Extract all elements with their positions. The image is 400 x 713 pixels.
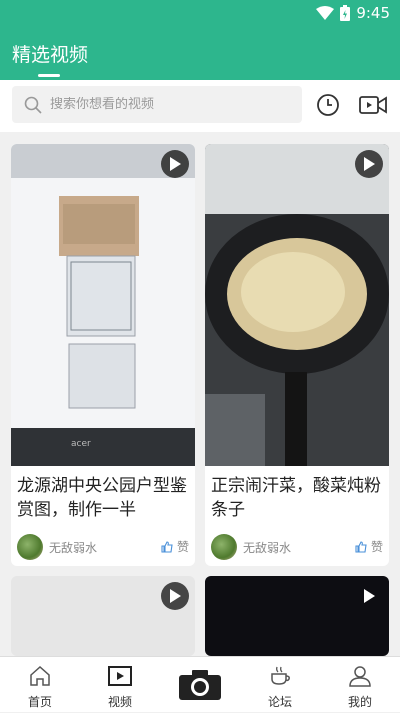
clock-icon	[317, 94, 339, 116]
title-indicator	[38, 74, 60, 77]
status-icons: 9:45	[316, 4, 390, 22]
search-icon	[24, 96, 42, 114]
thumbs-up-icon	[355, 540, 367, 553]
play-icon	[170, 157, 181, 171]
video-card[interactable]: acer 龙源湖中央公园户型鉴赏图，制作一半 无敌弱水 赞	[11, 144, 195, 566]
tab-mine[interactable]: 我的	[330, 657, 390, 713]
video-thumbnail[interactable]	[205, 144, 389, 466]
like-label: 赞	[176, 540, 189, 554]
play-icon	[170, 589, 181, 603]
video-card[interactable]: 正宗闹汗菜，酸菜炖粉条子 无敌弱水 赞	[205, 144, 389, 566]
tab-camera[interactable]	[170, 657, 230, 713]
video-meta: 无敌弱水 赞	[11, 530, 195, 566]
tab-label: 我的	[347, 695, 372, 709]
thumbnail-image: acer	[11, 144, 195, 466]
thumbnail-image	[205, 144, 389, 466]
tab-home[interactable]: 首页	[10, 657, 70, 713]
wifi-icon	[316, 6, 335, 20]
play-button[interactable]	[161, 150, 189, 178]
like-label: 赞	[370, 540, 383, 554]
tab-label: 论坛	[267, 695, 292, 709]
person-icon	[349, 666, 371, 687]
play-icon	[364, 157, 375, 171]
tab-forum[interactable]: 论坛	[250, 657, 310, 713]
thumbs-up-icon	[161, 540, 173, 553]
avatar[interactable]	[17, 534, 43, 560]
video-card[interactable]	[205, 576, 389, 656]
like-button[interactable]: 赞	[161, 538, 189, 555]
bottom-tab-bar: 首页 视频 论坛 我的	[0, 656, 400, 712]
battery-icon	[340, 5, 351, 21]
play-icon	[364, 589, 375, 603]
video-title[interactable]: 龙源湖中央公园户型鉴赏图，制作一半	[11, 466, 195, 530]
camera-icon	[179, 670, 221, 700]
history-button[interactable]	[315, 92, 341, 118]
avatar[interactable]	[211, 534, 237, 560]
tab-video[interactable]: 视频	[90, 657, 150, 713]
svg-text:acer: acer	[71, 439, 91, 449]
author-name[interactable]: 无敌弱水	[49, 539, 97, 556]
page-title: 精选视频	[12, 44, 89, 66]
video-upload-button[interactable]	[358, 92, 388, 118]
video-thumbnail[interactable]: acer	[11, 144, 195, 466]
author-name[interactable]: 无敌弱水	[243, 539, 291, 556]
home-icon	[30, 665, 50, 686]
status-bar: 9:45	[0, 0, 400, 28]
play-button[interactable]	[161, 582, 189, 610]
search-input[interactable]	[50, 97, 270, 112]
tab-label: 视频	[107, 695, 132, 709]
play-button[interactable]	[355, 582, 383, 610]
status-time: 9:45	[356, 4, 390, 22]
search-box[interactable]	[12, 86, 302, 123]
video-icon	[108, 666, 132, 686]
search-area	[0, 80, 400, 132]
app-header: 精选视频	[0, 28, 400, 80]
cup-icon	[271, 666, 290, 685]
video-title[interactable]: 正宗闹汗菜，酸菜炖粉条子	[205, 466, 389, 530]
video-card[interactable]	[11, 576, 195, 656]
video-meta: 无敌弱水 赞	[205, 530, 389, 566]
like-button[interactable]: 赞	[355, 538, 383, 555]
video-camera-icon	[359, 96, 387, 114]
play-button[interactable]	[355, 150, 383, 178]
tab-label: 首页	[27, 695, 52, 709]
